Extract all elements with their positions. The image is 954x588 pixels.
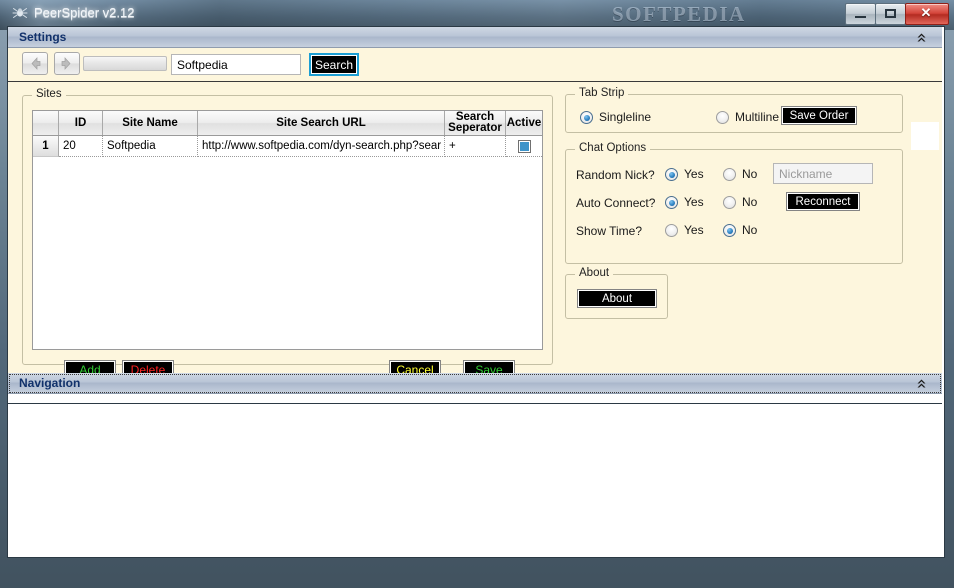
chevron-double-up-icon[interactable] <box>915 377 928 390</box>
cell-site-url[interactable]: http://www.softpedia.com/dyn-search.php?… <box>198 136 445 157</box>
client-area: Settings Sites ID Site Name Site Search … <box>7 26 945 558</box>
show-time-label: Show Time? <box>576 224 643 238</box>
show-time-no-label[interactable]: No <box>742 223 757 237</box>
column-header-url[interactable]: Site Search URL <box>198 111 445 135</box>
about-groupbox-title: About <box>575 267 614 279</box>
minimize-icon <box>855 16 866 18</box>
show-time-no-radio[interactable] <box>723 224 736 237</box>
window-title: PeerSpider v2.12 <box>34 5 135 20</box>
chat-options-groupbox-title: Chat Options <box>575 142 651 154</box>
radio-multiline[interactable] <box>716 111 729 124</box>
chevron-double-up-icon[interactable] <box>915 31 928 44</box>
tab-strip-groupbox-title: Tab Strip <box>575 87 629 99</box>
navigation-panel-body: Softpedia Search <box>8 48 942 82</box>
radio-singleline-label[interactable]: Singleline <box>599 110 651 124</box>
about-button-label: About <box>601 292 633 305</box>
title-bar: PeerSpider v2.12 ✕ <box>0 0 954 26</box>
save-order-button-label: Save Order <box>789 109 849 122</box>
settings-panel-header[interactable]: Settings <box>8 27 942 48</box>
random-nick-no-radio[interactable] <box>723 168 736 181</box>
navigation-panel-title: Navigation <box>19 376 81 390</box>
column-header-id[interactable]: ID <box>59 111 103 135</box>
sites-datagrid[interactable]: ID Site Name Site Search URL Search Sepe… <box>32 110 543 350</box>
column-header-active[interactable]: Active <box>506 111 542 135</box>
sites-groupbox: Sites ID Site Name Site Search URL Searc… <box>22 88 553 380</box>
radio-multiline-label[interactable]: Multiline <box>735 110 779 124</box>
about-groupbox: About About <box>565 267 668 319</box>
active-checkbox[interactable] <box>517 139 531 153</box>
auto-connect-label: Auto Connect? <box>576 196 656 210</box>
address-combobox[interactable] <box>83 56 167 71</box>
nickname-input[interactable]: Nickname <box>773 163 873 184</box>
maximize-button[interactable] <box>875 3 906 25</box>
minimize-button[interactable] <box>845 3 876 25</box>
random-nick-no-label[interactable]: No <box>742 167 757 181</box>
cell-id[interactable]: 20 <box>59 136 103 157</box>
blank-placeholder-box <box>911 122 939 150</box>
show-time-yes-radio[interactable] <box>665 224 678 237</box>
browser-content-pane[interactable] <box>8 403 942 557</box>
search-button-label: Search <box>314 57 354 72</box>
forward-button[interactable] <box>54 52 80 75</box>
reconnect-button-label: Reconnect <box>795 195 851 208</box>
forward-arrow-icon <box>61 57 71 70</box>
nickname-placeholder-text: Nickname <box>779 166 833 181</box>
reconnect-button[interactable]: Reconnect <box>786 192 860 211</box>
column-header-separator[interactable]: Search Seperator <box>445 111 506 135</box>
chat-options-groupbox: Chat Options Random Nick? Yes No Nicknam… <box>565 142 903 264</box>
save-order-button[interactable]: Save Order <box>781 106 857 125</box>
tab-strip-groupbox: Tab Strip Singleline Multiline Save Orde… <box>565 87 903 133</box>
maximize-icon <box>885 9 896 18</box>
cell-search-separator[interactable]: + <box>445 136 506 157</box>
random-nick-yes-label[interactable]: Yes <box>684 167 704 181</box>
auto-connect-no-radio[interactable] <box>723 196 736 209</box>
close-icon: ✕ <box>920 5 932 20</box>
auto-connect-yes-label[interactable]: Yes <box>684 195 704 209</box>
table-row[interactable]: 1 20 Softpedia http://www.softpedia.com/… <box>33 136 542 157</box>
search-input-value: Softpedia <box>177 57 228 72</box>
show-time-yes-label[interactable]: Yes <box>684 223 704 237</box>
column-header-rownum[interactable] <box>33 111 59 135</box>
search-input[interactable]: Softpedia <box>171 54 301 75</box>
radio-singleline[interactable] <box>580 111 593 124</box>
search-button[interactable]: Search <box>309 53 359 76</box>
navigation-panel-header[interactable]: Navigation <box>8 373 942 394</box>
cell-site-name[interactable]: Softpedia <box>103 136 198 157</box>
datagrid-header-row: ID Site Name Site Search URL Search Sepe… <box>33 111 542 136</box>
auto-connect-yes-radio[interactable] <box>665 196 678 209</box>
close-button[interactable]: ✕ <box>905 3 949 25</box>
random-nick-yes-radio[interactable] <box>665 168 678 181</box>
column-header-sitename[interactable]: Site Name <box>103 111 198 135</box>
sites-groupbox-title: Sites <box>32 88 66 100</box>
cell-active[interactable] <box>506 136 542 157</box>
auto-connect-no-label[interactable]: No <box>742 195 757 209</box>
random-nick-label: Random Nick? <box>576 168 655 182</box>
spider-icon <box>12 5 28 21</box>
about-button[interactable]: About <box>577 289 657 308</box>
application-window: SOFTPEDIA PeerSpider v2.12 ✕ Settings Si… <box>0 0 954 588</box>
back-button[interactable] <box>22 52 48 75</box>
settings-panel-body: Sites ID Site Name Site Search URL Searc… <box>8 48 942 380</box>
settings-panel-title: Settings <box>19 30 67 44</box>
row-header-number[interactable]: 1 <box>33 136 59 157</box>
back-arrow-icon <box>31 57 41 70</box>
